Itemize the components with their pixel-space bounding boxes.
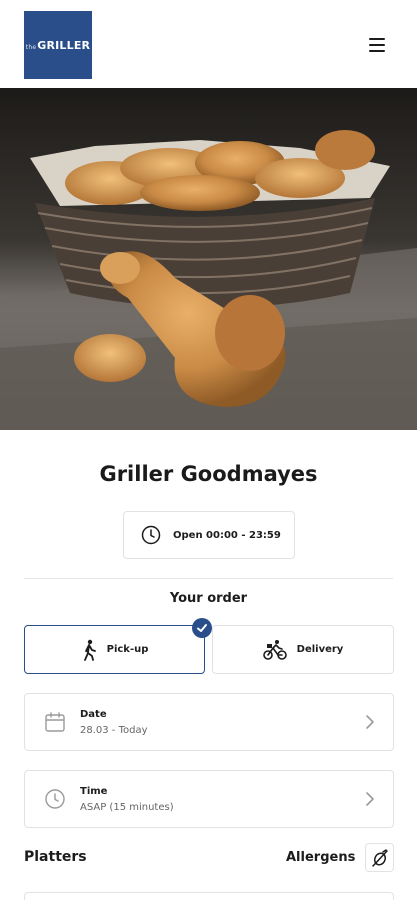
time-value: ASAP (15 minutes)	[80, 802, 174, 813]
hamburger-menu-icon[interactable]	[366, 36, 390, 54]
date-label: Date	[80, 709, 107, 720]
hero-image	[0, 88, 417, 430]
bicycle-delivery-icon	[262, 639, 287, 660]
time-label: Time	[80, 786, 108, 797]
date-selector[interactable]: Date 28.03 - Today	[24, 693, 394, 751]
allergen-filter-button[interactable]	[365, 843, 394, 872]
brand-logo[interactable]: theGRILLER	[24, 11, 92, 79]
menu-item-card[interactable]	[24, 892, 394, 900]
header: theGRILLER	[0, 0, 417, 88]
delivery-option[interactable]: Delivery	[212, 625, 394, 674]
allergens-link[interactable]: Allergens	[286, 850, 355, 865]
date-value: 28.03 - Today	[80, 725, 148, 736]
opening-hours[interactable]: Open 00:00 - 23:59	[123, 511, 295, 559]
delivery-label: Delivery	[296, 644, 344, 655]
divider	[24, 578, 393, 579]
opening-hours-text: Open 00:00 - 23:59	[173, 529, 281, 541]
clock-icon	[45, 789, 65, 809]
pickup-label: Pick-up	[106, 644, 149, 655]
chevron-right-icon	[366, 792, 374, 806]
order-section-title: Your order	[169, 591, 248, 606]
menu-section-title: Platters	[24, 849, 87, 865]
chevron-right-icon	[366, 715, 374, 729]
logo-text: theGRILLER	[25, 38, 91, 52]
restaurant-name: Griller Goodmayes	[99, 462, 318, 486]
pickup-option[interactable]: Pick-up	[24, 625, 205, 674]
calendar-icon	[45, 712, 65, 732]
clock-icon	[141, 525, 161, 545]
allergen-icon	[371, 848, 388, 867]
walking-person-icon	[83, 639, 96, 661]
selected-check-icon	[192, 618, 212, 638]
time-selector[interactable]: Time ASAP (15 minutes)	[24, 770, 394, 828]
